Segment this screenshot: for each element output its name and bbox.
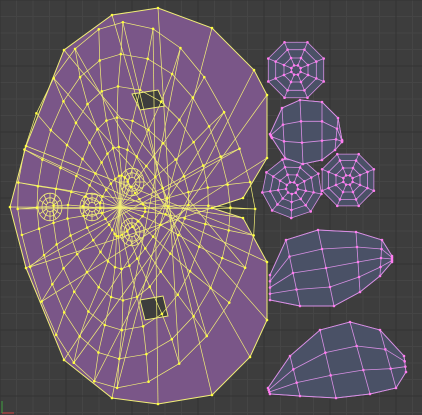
uv-editor-canvas[interactable]	[0, 0, 422, 415]
